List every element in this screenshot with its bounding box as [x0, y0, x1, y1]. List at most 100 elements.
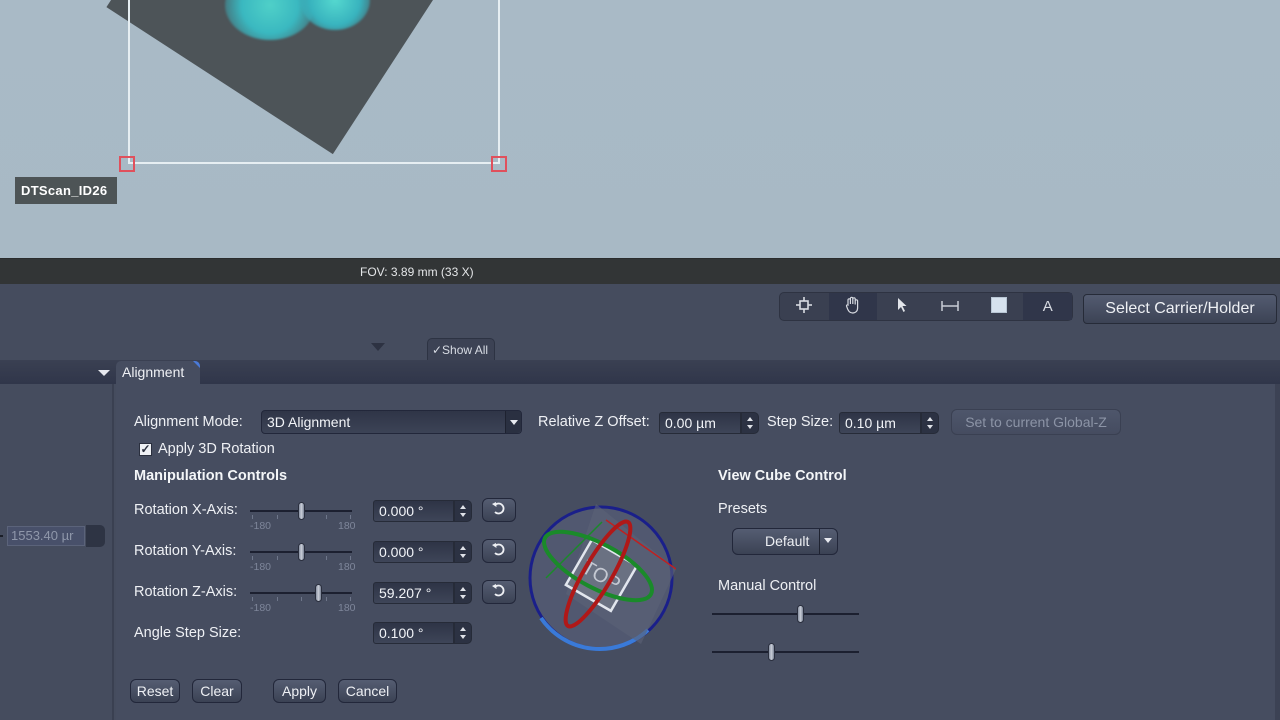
tool-pointer[interactable] [877, 293, 926, 320]
toolbar-area: A Select Carrier/Holder ✓Show All [0, 284, 1280, 360]
apply-button[interactable]: Apply [273, 679, 326, 703]
image-viewer[interactable]: DTScan_ID26 [0, 0, 1280, 258]
step-size-label: Step Size: [767, 414, 834, 430]
angle-step-size-input[interactable]: 0.100 ° [373, 622, 454, 644]
tool-group: A [779, 292, 1073, 321]
slider-min-label: -180 [250, 602, 272, 614]
relative-z-offset-label: Relative Z Offset: [538, 414, 650, 430]
presets-label: Presets [718, 501, 768, 517]
slider-tick [276, 515, 278, 519]
rotation-value-spinner[interactable] [454, 500, 472, 522]
manual-control-slider-track[interactable] [712, 651, 859, 653]
left-panel: 1553.40 µr [0, 384, 114, 720]
slider-tick [325, 597, 327, 601]
pan-hand-icon [845, 296, 861, 317]
tool-measure[interactable] [926, 293, 975, 320]
step-size-input[interactable]: 0.10 µm [839, 412, 921, 434]
reset-rotation-button[interactable] [482, 580, 516, 604]
slider-tick [350, 597, 351, 601]
slider-tick [350, 515, 351, 519]
cancel-button[interactable]: Cancel [338, 679, 397, 703]
roi-handle-bottom-right[interactable] [491, 156, 507, 172]
slider-tick [276, 556, 278, 560]
rotation-slider-thumb[interactable] [314, 584, 322, 602]
apply-3d-rotation-checkbox[interactable]: ✓ [139, 443, 152, 456]
manual-control-slider-thumb[interactable] [767, 643, 775, 661]
rotation-axis-label: Rotation Z-Axis: [134, 584, 238, 600]
reset-rotation-button[interactable] [482, 498, 516, 522]
move-stage-icon [795, 296, 813, 317]
rotation-value-spinner[interactable] [454, 582, 472, 604]
rotation-axis-label: Rotation X-Axis: [134, 502, 238, 518]
rotation-value-input[interactable]: 0.000 ° [373, 500, 454, 522]
apply-3d-rotation-label: Apply 3D Rotation [158, 441, 275, 457]
rotation-value-input[interactable]: 0.000 ° [373, 541, 454, 563]
measure-icon [940, 299, 960, 315]
manual-control-slider-track[interactable] [712, 613, 859, 615]
slider-max-label: 180 [338, 561, 356, 573]
slider-max-label: 180 [338, 602, 356, 614]
relative-z-offset-spinner[interactable] [741, 412, 759, 434]
tool-move-stage[interactable] [780, 293, 829, 320]
slider-tick [252, 556, 253, 560]
fov-status-bar: FOV: 3.89 mm (33 X) [0, 258, 1280, 284]
manual-control-label: Manual Control [718, 578, 817, 594]
tool-text[interactable]: A [1023, 293, 1073, 320]
reset-rotation-button[interactable] [482, 539, 516, 563]
roi-handle-bottom-left[interactable] [119, 156, 135, 172]
step-size-spinner[interactable] [921, 412, 939, 434]
slider-min-label: -180 [250, 561, 272, 573]
position-spinner[interactable] [86, 525, 105, 547]
collapse-arrow-icon[interactable] [371, 343, 385, 351]
panel-right-edge [1276, 384, 1280, 720]
undo-icon [491, 583, 507, 602]
select-carrier-button[interactable]: Select Carrier/Holder [1083, 294, 1277, 324]
set-to-global-z-button[interactable]: Set to current Global-Z [951, 409, 1121, 435]
slider-tick [252, 597, 253, 601]
rotation-slider-thumb[interactable] [298, 543, 305, 561]
tab-strip: Alignment [0, 360, 1280, 385]
rotation-value-spinner[interactable] [454, 541, 472, 563]
alignment-mode-select[interactable]: 3D Alignment [261, 410, 522, 434]
roi-frame[interactable] [128, 0, 500, 164]
alignment-mode-value: 3D Alignment [267, 414, 351, 430]
panel-menu-chevron-icon[interactable] [98, 370, 110, 376]
tab-alignment[interactable]: Alignment [116, 361, 200, 385]
undo-icon [491, 542, 507, 561]
left-panel-marker [0, 535, 3, 537]
rotation-value-input[interactable]: 59.207 ° [373, 582, 454, 604]
rotation-axis-label: Rotation Y-Axis: [134, 543, 237, 559]
slider-max-label: 180 [338, 520, 356, 532]
slider-tick [252, 515, 253, 519]
rotation-slider-thumb[interactable] [298, 502, 305, 520]
rotation-slider-track[interactable] [250, 592, 352, 594]
angle-step-size-label: Angle Step Size: [134, 625, 242, 641]
manipulation-controls-heading: Manipulation Controls [134, 468, 288, 484]
scan-label: DTScan_ID26 [15, 177, 117, 204]
angle-step-size-spinner[interactable] [454, 622, 472, 644]
presets-value: Default [765, 533, 810, 549]
alignment-mode-label: Alignment Mode: [134, 414, 243, 430]
clear-button[interactable]: Clear [192, 679, 242, 703]
slider-tick [301, 597, 302, 601]
show-all-toggle[interactable]: ✓Show All [427, 338, 495, 360]
text-icon: A [1042, 298, 1053, 315]
slider-tick [325, 515, 327, 519]
relative-z-offset-input[interactable]: 0.00 µm [659, 412, 741, 434]
view-cube-control-heading: View Cube Control [718, 468, 847, 484]
tool-rectangle[interactable] [975, 293, 1024, 320]
slider-tick [350, 556, 351, 560]
slider-tick [276, 597, 278, 601]
tool-pan[interactable] [828, 293, 878, 320]
position-field[interactable]: 1553.40 µr [7, 526, 85, 546]
tab-corner-marker [193, 361, 200, 368]
chevron-down-icon [505, 411, 521, 433]
slider-min-label: -180 [250, 520, 272, 532]
undo-icon [491, 501, 507, 520]
view-cube[interactable]: TOP [526, 494, 687, 664]
reset-button[interactable]: Reset [130, 679, 180, 703]
manual-control-slider-thumb[interactable] [797, 605, 805, 623]
rectangle-icon [991, 297, 1008, 316]
presets-dropdown[interactable]: Default [732, 528, 838, 555]
pointer-icon [896, 297, 908, 316]
